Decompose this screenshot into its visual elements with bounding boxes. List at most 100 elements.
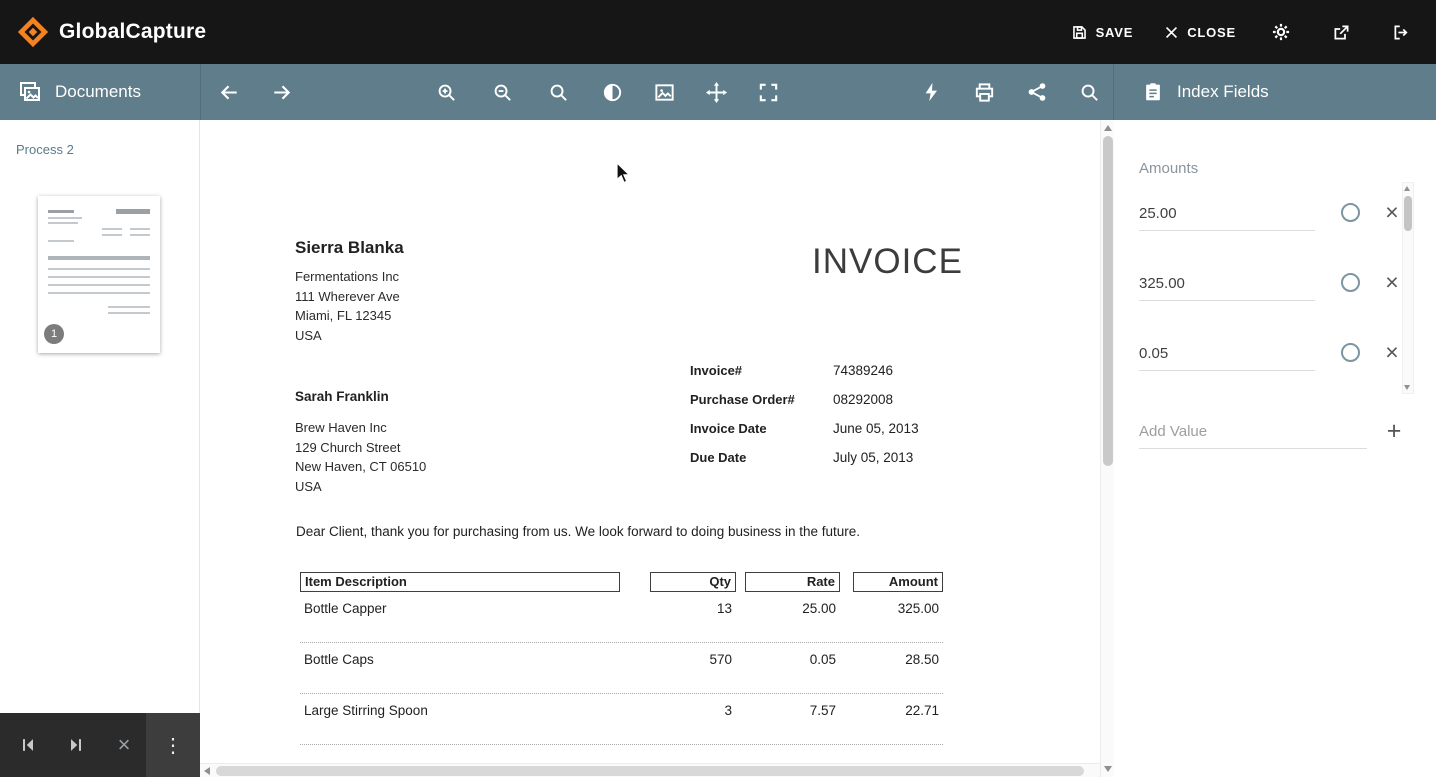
thumb-line [108,312,150,314]
open-in-new-icon [1331,22,1352,43]
page-thumbnail[interactable]: 1 [38,196,160,353]
pages-footer-toolbar: × ⋮ [0,713,200,777]
nav-forward-button[interactable] [263,74,299,110]
meta-label: Invoice Date [690,421,833,436]
zoom-in-button[interactable] [428,74,464,110]
invoice-to-name: Sarah Franklin [295,389,426,404]
more-options-button[interactable]: ⋮ [146,713,200,777]
sign-out-icon [1391,22,1412,43]
add-value-row: + [1139,416,1367,449]
document-toolbar [200,64,1114,120]
thumb-line [130,228,150,230]
pan-button[interactable] [698,74,734,110]
cell-rate: 0.05 [745,652,840,693]
share-button[interactable] [1019,74,1055,110]
select-value-radio[interactable] [1341,343,1360,362]
viewer-vertical-scrollbar[interactable] [1100,120,1114,777]
col-header: Amount [853,572,943,592]
save-icon [1070,23,1089,42]
cell-amount: 28.50 [853,652,943,693]
thumb-line [48,217,82,219]
thumb-line [48,276,150,278]
nav-back-button[interactable] [211,74,247,110]
invoice-to-line: 129 Church Street [295,438,426,458]
invoice-title: INVOICE [812,242,1114,282]
image-view-button[interactable] [646,74,682,110]
thumb-line [116,209,150,214]
index-value-input[interactable] [1139,268,1315,301]
invoice-to-block: Sarah Franklin Brew Haven Inc 129 Church… [295,389,426,497]
col-header: Item Description [300,572,620,592]
scrollbar-thumb[interactable] [216,766,1084,776]
delete-page-button[interactable]: × [102,713,146,777]
invoice-from-block: Sierra Blanka Fermentations Inc 111 Wher… [295,238,404,346]
settings-button[interactable] [1264,15,1298,49]
gear-icon [1270,21,1292,43]
panel-scrollbar[interactable] [1402,182,1414,394]
print-button[interactable] [966,74,1002,110]
invoice-from-line: 111 Wherever Ave [295,287,404,307]
invoice-table: Item Description Qty Rate Amount Bottle … [300,572,943,745]
cell-description: Bottle Caps [300,652,620,693]
thumb-line [48,268,150,270]
last-page-button[interactable] [54,713,98,777]
sign-out-button[interactable] [1384,15,1418,49]
thumb-line [102,234,122,236]
cell-amount: 325.00 [853,601,943,642]
invoice-greeting: Dear Client, thank you for purchasing fr… [296,524,860,539]
first-page-button[interactable] [6,713,50,777]
cell-qty: 13 [650,601,736,642]
open-in-new-button[interactable] [1324,15,1358,49]
cell-amount: 22.71 [853,703,943,744]
globalcapture-logo [16,15,50,49]
index-value-row: × [1139,338,1315,372]
cell-qty: 570 [650,652,736,693]
cell-description: Large Stirring Spoon [300,703,620,744]
thumb-line [102,228,122,230]
add-value-button[interactable]: + [1379,416,1409,446]
index-value-input[interactable] [1139,338,1315,371]
mouse-cursor [616,162,634,186]
invoice-from-name: Sierra Blanka [295,238,404,258]
save-button[interactable]: SAVE [1068,17,1136,48]
pages-sidebar: Process 2 1 × [0,120,200,777]
table-row: Bottle Caps 570 0.05 28.50 [300,643,943,694]
col-header: Qty [650,572,736,592]
add-value-input[interactable] [1139,416,1367,449]
invoice-from-line: Miami, FL 12345 [295,306,404,326]
index-fields-label: Index Fields [1177,82,1269,102]
index-value-input[interactable] [1139,198,1315,231]
viewer-horizontal-scrollbar[interactable] [200,763,1100,777]
thumb-line [130,234,150,236]
documents-header: Documents [0,64,200,120]
index-value-row: × [1139,268,1315,302]
cell-rate: 25.00 [745,601,840,642]
select-value-radio[interactable] [1341,203,1360,222]
table-header-row: Item Description Qty Rate Amount [300,572,943,592]
zoom-out-button[interactable] [484,74,520,110]
thumb-line [48,210,74,213]
col-header: Rate [745,572,840,592]
search-button[interactable] [1071,74,1107,110]
brand: GlobalCapture [16,15,206,49]
page-number-badge: 1 [44,324,64,344]
thumb-line [48,240,74,242]
meta-value: 08292008 [833,392,893,407]
process-button[interactable] [914,74,950,110]
rotate-icon[interactable] [594,74,630,110]
select-value-radio[interactable] [1341,273,1360,292]
table-row: Bottle Capper 13 25.00 325.00 [300,592,943,643]
thumb-line [108,306,150,308]
fullscreen-button[interactable] [750,74,786,110]
invoice-from-line: USA [295,326,404,346]
meta-label: Purchase Order# [690,392,833,407]
scrollbar-thumb[interactable] [1404,196,1412,231]
field-group-label: Amounts [1139,160,1198,177]
thumb-line [48,256,150,260]
meta-value: July 05, 2013 [833,450,913,465]
invoice-from-line: Fermentations Inc [295,267,404,287]
scrollbar-thumb[interactable] [1103,136,1113,466]
zoom-fit-button[interactable] [540,74,576,110]
close-button[interactable]: CLOSE [1161,18,1238,47]
process-label: Process 2 [16,142,74,157]
